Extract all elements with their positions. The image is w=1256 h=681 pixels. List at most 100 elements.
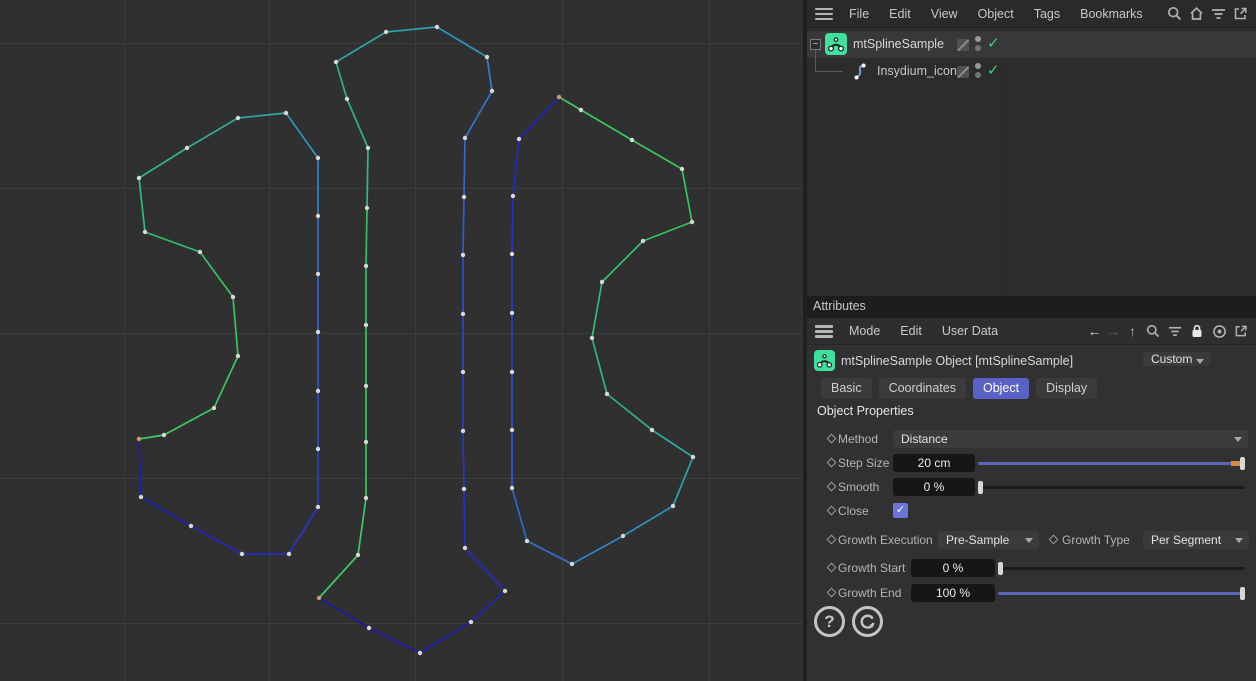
menu-view[interactable]: View [921,7,968,21]
slider-hot-zone [1231,461,1240,466]
property-label: Step Size [838,456,889,470]
growth-start-slider[interactable] [998,562,1245,575]
object-manager-tree: − mtSplineSample ✓ [807,29,1256,296]
object-header-title: mtSplineSample Object [mtSplineSample] [841,354,1073,368]
attributes-menubar: Mode Edit User Data ← → ↑ [807,318,1256,345]
keyframe-diamond-icon[interactable] [827,458,837,468]
home-icon[interactable] [1188,6,1204,22]
slider-handle[interactable] [1240,587,1245,600]
right-panel: File Edit View Object Tags Bookmarks [807,0,1256,681]
keyframe-diamond-icon[interactable] [827,434,837,444]
section-title: Object Properties [817,404,914,418]
3d-viewport[interactable] [0,0,803,681]
step-size-slider[interactable] [978,457,1245,470]
tab-coordinates[interactable]: Coordinates [879,378,966,399]
popout-icon[interactable] [1233,323,1249,339]
keyframe-diamond-icon[interactable] [827,563,837,573]
tab-display[interactable]: Display [1036,378,1097,399]
tree-row-mtsplinesample[interactable]: − mtSplineSample ✓ [807,31,1256,58]
growth-type-value: Per Segment [1151,533,1221,547]
menu-mode[interactable]: Mode [839,324,890,338]
menu-file[interactable]: File [839,7,879,21]
layer-toggle-icon[interactable] [957,66,969,78]
property-row-smooth: Smooth 0 % [807,478,1256,498]
keyframe-diamond-icon[interactable] [827,506,837,516]
property-label: Growth Start [838,561,905,575]
property-row-method: Method Distance [807,430,1256,450]
smooth-input[interactable]: 0 % [893,478,975,496]
keyframe-diamond-icon[interactable] [1049,535,1059,545]
attributes-panel-title: Attributes [807,296,1256,318]
property-row-growth-start: Growth Start 0 % [807,559,1256,579]
menu-user-data[interactable]: User Data [932,324,1008,338]
collapse-toggle-icon[interactable]: − [810,39,821,50]
visibility-dots-icon[interactable] [975,36,981,52]
attributes-panel: Attributes Mode Edit User Data ← → ↑ [807,296,1256,681]
tree-branch-line [815,50,843,72]
keyframe-diamond-icon[interactable] [827,482,837,492]
growth-type-dropdown[interactable]: Per Segment [1143,531,1249,549]
object-label[interactable]: mtSplineSample [853,37,944,51]
slider-handle[interactable] [998,562,1003,575]
property-label: Growth Execution [838,533,933,547]
enabled-check-icon[interactable]: ✓ [987,34,1000,52]
close-checkbox[interactable]: ✓ [893,503,908,518]
chevron-down-icon [1025,538,1033,543]
property-label: Smooth [838,480,879,494]
application-window: File Edit View Object Tags Bookmarks [0,0,1256,681]
help-button[interactable]: ? [814,606,845,637]
step-size-input[interactable]: 20 cm [893,454,975,472]
growth-end-input[interactable]: 100 % [911,584,995,602]
popout-icon[interactable] [1232,6,1248,22]
keyframe-diamond-icon[interactable] [827,588,837,598]
reset-button[interactable] [852,606,883,637]
search-icon[interactable] [1166,6,1182,22]
chevron-down-icon [1235,538,1243,543]
menu-object[interactable]: Object [968,7,1024,21]
property-row-step-size: Step Size 20 cm [807,454,1256,474]
keyframe-diamond-icon[interactable] [827,535,837,545]
parent-up-icon[interactable]: ↑ [1123,323,1142,339]
filter-icon[interactable] [1210,6,1226,22]
visibility-dots-icon[interactable] [975,63,981,79]
tab-object[interactable]: Object [973,378,1029,399]
layer-toggle-icon[interactable] [957,39,969,51]
record-target-icon[interactable] [1211,323,1227,339]
property-row-growth-execution: Growth Execution Pre-Sample Growth Type … [807,531,1256,551]
method-dropdown[interactable]: Distance [893,430,1248,448]
growth-execution-value: Pre-Sample [946,533,1009,547]
history-back-icon[interactable]: ← [1085,323,1104,339]
property-label: Close [838,504,869,518]
object-label[interactable]: Insydium_icon [877,64,957,78]
panel-menu-icon[interactable] [815,8,833,20]
panel-menu-icon[interactable] [815,325,833,337]
tree-row-insydium-icon[interactable]: Insydium_icon ✓ [807,58,1256,85]
method-dropdown-value: Distance [901,432,948,446]
menu-edit[interactable]: Edit [890,324,932,338]
lock-icon[interactable] [1189,323,1205,339]
object-manager-menubar: File Edit View Object Tags Bookmarks [807,0,1256,28]
enabled-check-icon[interactable]: ✓ [987,61,1000,79]
footer-buttons: ? [807,606,927,642]
menu-edit[interactable]: Edit [879,7,921,21]
slider-handle[interactable] [978,481,983,494]
preset-dropdown[interactable]: Custom [1143,352,1210,366]
mtsplinesample-object-icon [814,350,835,371]
preset-dropdown-value: Custom [1151,352,1192,366]
growth-start-input[interactable]: 0 % [911,559,995,577]
spline-object-icon[interactable] [851,62,868,86]
menu-tags[interactable]: Tags [1024,7,1070,21]
slider-handle[interactable] [1240,457,1245,470]
history-forward-icon[interactable]: → [1104,323,1123,339]
smooth-slider[interactable] [978,481,1245,494]
growth-execution-dropdown[interactable]: Pre-Sample [938,531,1039,549]
filter-icon[interactable] [1167,323,1183,339]
search-icon[interactable] [1145,323,1161,339]
property-row-growth-end: Growth End 100 % [807,584,1256,604]
property-label: Growth End [838,586,901,600]
tab-basic[interactable]: Basic [821,378,872,399]
attribute-tabs: Basic Coordinates Object Display [821,378,1097,399]
property-row-close: Close ✓ [807,502,1256,522]
growth-end-slider[interactable] [998,587,1245,600]
menu-bookmarks[interactable]: Bookmarks [1070,7,1153,21]
